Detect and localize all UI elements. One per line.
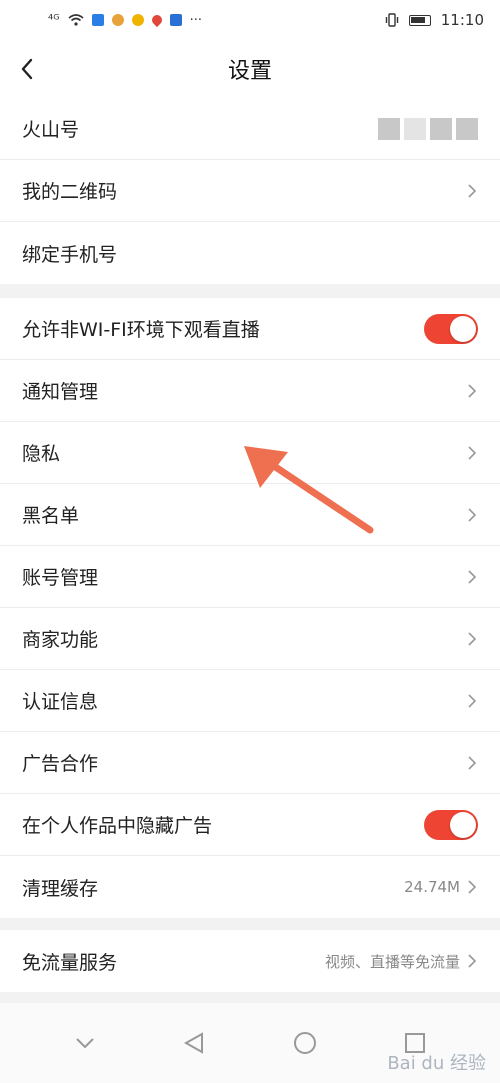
battery-icon (408, 14, 431, 26)
watermark-text: Bai du 经验 (387, 1053, 486, 1074)
chevron-right-icon (468, 383, 477, 398)
app-eye-icon (131, 14, 144, 26)
chevron-right-icon (468, 445, 477, 460)
row-blacklist[interactable]: 黑名单 (0, 484, 500, 546)
row-bind-phone[interactable]: 绑定手机号 (0, 222, 500, 284)
row-hide-ads-in-works: 在个人作品中隐藏广告 (0, 794, 500, 856)
signal-icon: ⁴ᴳ (48, 12, 60, 28)
app-robot-icon (111, 14, 124, 26)
row-verification-info[interactable]: 认证信息 (0, 670, 500, 732)
row-ad-cooperation[interactable]: 广告合作 (0, 732, 500, 794)
row-label: 黑名单 (22, 505, 80, 527)
toggle-knob (450, 315, 476, 342)
wifi-icon (68, 14, 84, 26)
more-notifications-icon: ··· (189, 12, 202, 28)
chevron-right-icon (468, 755, 477, 770)
status-time: 11:10 (440, 11, 484, 29)
navigation-bar: 设置 (0, 40, 500, 98)
row-merchant-features[interactable]: 商家功能 (0, 608, 500, 670)
chevron-right-icon (468, 569, 477, 584)
row-data-free-service[interactable]: 免流量服务 视频、直播等免流量 (0, 930, 500, 992)
non-wifi-live-toggle[interactable] (424, 313, 478, 344)
row-label: 我的二维码 (22, 181, 118, 203)
row-notification-management[interactable]: 通知管理 (0, 360, 500, 422)
row-account-management[interactable]: 账号管理 (0, 546, 500, 608)
settings-section: 允许非WI-FI环境下观看直播 通知管理 隐私 黑名单 账号管理 商家功能 认证… (0, 298, 500, 918)
chevron-right-icon (468, 183, 477, 198)
chevron-right-icon (468, 631, 477, 646)
vibrate-icon (385, 13, 398, 27)
row-label: 绑定手机号 (22, 243, 118, 266)
chevron-left-icon (21, 58, 33, 80)
app-news-icon (169, 14, 182, 26)
row-clear-cache[interactable]: 清理缓存 24.74M (0, 856, 500, 918)
row-label: 广告合作 (22, 753, 99, 775)
cache-size: 24.74M (404, 878, 460, 896)
hide-ads-toggle[interactable] (424, 809, 478, 840)
chevron-right-icon (468, 880, 477, 894)
row-label: 商家功能 (22, 629, 99, 651)
row-label: 账号管理 (22, 567, 99, 589)
row-label: 火山号 (22, 119, 80, 141)
app-shield-icon (91, 14, 104, 26)
row-label: 在个人作品中隐藏广告 (22, 815, 213, 837)
redacted-value (378, 117, 478, 140)
data-free-description: 视频、直播等免流量 (324, 952, 460, 971)
toggle-knob (450, 811, 476, 838)
row-label: 认证信息 (22, 691, 99, 713)
back-triangle-icon[interactable] (183, 1031, 205, 1055)
home-circle-icon[interactable] (293, 1031, 317, 1055)
row-allow-non-wifi-live: 允许非WI-FI环境下观看直播 (0, 298, 500, 360)
account-section: 火山号 我的二维码 绑定手机号 (0, 98, 500, 284)
chevron-right-icon (468, 693, 477, 708)
row-label: 通知管理 (22, 381, 99, 403)
chevron-right-icon (468, 954, 477, 968)
row-label: 免流量服务 (22, 951, 118, 974)
row-label: 隐私 (22, 443, 61, 465)
data-free-section: 免流量服务 视频、直播等免流量 (0, 930, 500, 992)
row-label: 清理缓存 (22, 877, 99, 900)
chevron-right-icon (468, 507, 477, 522)
hide-keyboard-icon[interactable] (74, 1036, 96, 1050)
location-pin-icon (149, 12, 164, 28)
row-huoshan-id[interactable]: 火山号 (0, 98, 500, 160)
back-button[interactable] (10, 52, 44, 86)
status-bar: ⁴ᴳ ··· 11:10 (0, 0, 500, 40)
page-title: 设置 (227, 59, 272, 84)
row-privacy[interactable]: 隐私 (0, 422, 500, 484)
row-label: 允许非WI-FI环境下观看直播 (22, 319, 260, 341)
row-my-qrcode[interactable]: 我的二维码 (0, 160, 500, 222)
